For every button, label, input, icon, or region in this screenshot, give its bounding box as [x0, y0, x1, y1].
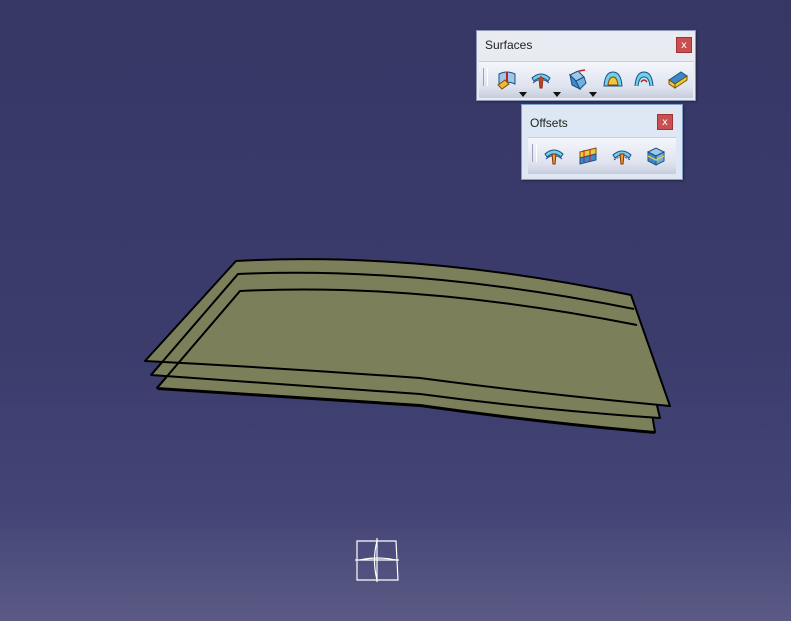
offset-button[interactable] [540, 142, 568, 170]
offset-surface-icon [531, 73, 551, 89]
offsets-toolbar[interactable]: Offsets x [521, 104, 683, 180]
sweep-surface-button[interactable] [563, 66, 591, 94]
surfaces-toolbar-titlebar[interactable]: Surfaces x [477, 31, 695, 57]
rough-offset-button[interactable] [608, 142, 636, 170]
fill-surface-icon [603, 71, 623, 87]
offset-icon [544, 149, 564, 165]
rough-offset-icon [612, 150, 632, 165]
offsets-toolbar-body [528, 137, 676, 174]
surfaces-toolbar[interactable]: Surfaces x [476, 30, 696, 101]
compass-icon[interactable] [355, 538, 399, 582]
surfaces-toolbar-body [479, 61, 693, 98]
surfaces-toolbar-title: Surfaces [485, 38, 533, 52]
offsets-close-button[interactable]: x [657, 114, 673, 130]
toolbar-grip[interactable] [532, 144, 537, 162]
toolbar-grip[interactable] [483, 68, 488, 86]
extrude-surface-button[interactable] [493, 66, 521, 94]
extrude-surface-icon [497, 71, 516, 90]
variable-offset-icon [579, 147, 597, 165]
extrude-surface-dropdown-arrow[interactable] [519, 92, 527, 97]
multi-section-surface-icon [634, 71, 654, 87]
fill-surface-button[interactable] [599, 66, 627, 94]
sweep-surface-dropdown-arrow[interactable] [589, 92, 597, 97]
surfaces-close-button[interactable]: x [676, 37, 692, 53]
thick-surface-icon [646, 147, 666, 166]
sweep-surface-icon [569, 69, 587, 91]
variable-offset-button[interactable] [574, 142, 602, 170]
offsets-toolbar-titlebar[interactable]: Offsets x [522, 105, 682, 131]
blend-surface-icon [668, 71, 688, 89]
blend-surface-button[interactable] [664, 66, 692, 94]
offset-surface-button[interactable] [527, 66, 555, 94]
offset-surface-dropdown-arrow[interactable] [553, 92, 561, 97]
thick-surface-button[interactable] [642, 142, 670, 170]
multi-section-surface-button[interactable] [630, 66, 658, 94]
offsets-toolbar-title: Offsets [530, 116, 568, 130]
